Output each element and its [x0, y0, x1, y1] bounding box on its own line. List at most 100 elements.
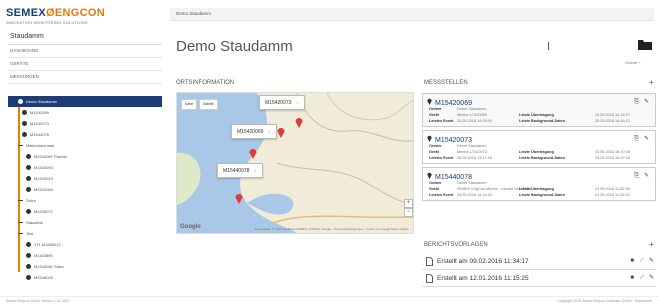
collapse-icon — [18, 145, 23, 147]
messstelle-header: M15440078 ⎘ ✎ — [427, 170, 651, 181]
tree-item-label: Zelen — [26, 198, 37, 203]
zoom-out-button[interactable]: − — [404, 208, 413, 217]
sidebar-link-dashboard[interactable]: DASHBOARD — [8, 45, 162, 58]
location-pin-icon — [22, 121, 27, 127]
footer-copyright[interactable]: Copyright 2016 Semex Engcon Software Gmb… — [557, 299, 652, 303]
tree-item[interactable]: M1233072 — [8, 206, 162, 217]
tree-item[interactable]: Demo Staudamm — [8, 96, 162, 107]
messstelle-card[interactable]: M15420073 ⎘ ✎ Ordner Demo Staudamm Gerät Mento… — [422, 130, 656, 164]
add-bericht-button[interactable]: + — [649, 240, 654, 249]
sidebar-link-geraete[interactable]: GERÄTE — [8, 58, 162, 71]
tree-item-label: Staudenk — [26, 220, 43, 225]
detail-value-2: 24.05.2016 11:32:03 — [595, 193, 630, 197]
bericht-row[interactable]: Erstellt am 09.02.2016 11:34:17 ■ ⟋ ✎ — [422, 254, 656, 270]
messstelle-detail-row: Letztes Event 24.05.2016 14:14:50 Letzte B… — [427, 192, 651, 198]
chart-icon[interactable]: ⟋ — [640, 271, 644, 286]
bericht-row[interactable]: Erstellt am 12.01.2016 11:15:25 ■ ⟋ ✎ — [422, 271, 656, 287]
berichte-heading: BERICHTSVORLAGEN — [424, 242, 488, 248]
tree-item-label: M1544087 Pranter — [34, 154, 68, 159]
map-type-satellit[interactable]: Satellit — [199, 99, 218, 110]
video-icon[interactable]: ■ — [630, 271, 634, 286]
google-logo: Google — [180, 224, 201, 230]
tree-folder[interactable]: Test — [8, 228, 162, 239]
tree-item[interactable]: M1542054 — [8, 184, 162, 195]
tree-item[interactable]: M1542073 — [8, 118, 162, 129]
marker-label-text: M15420069 — [237, 129, 264, 135]
map-type-karte[interactable]: Karte — [181, 99, 198, 110]
breadcrumb[interactable]: Demo Staudamm — [176, 11, 211, 16]
folder-add-label[interactable]: Ordner + — [625, 60, 641, 65]
breadcrumb-bar: Demo Staudamm — [170, 8, 654, 21]
map-attribution[interactable]: Kartendaten © 2016 GeoBasis-DE/BKG (©200… — [255, 227, 409, 231]
marker-label-text: M15440078 — [223, 168, 250, 174]
collapse-icon — [18, 233, 23, 235]
marker-label[interactable]: M15420073 × — [259, 95, 305, 110]
video-icon[interactable]: ■ — [630, 254, 634, 269]
edit-icon[interactable]: ✎ — [649, 271, 654, 286]
sidebar-link-messungen[interactable]: MESSUNGEN — [8, 71, 162, 84]
tree-item[interactable]: M1544093 — [8, 162, 162, 173]
tree-item[interactable]: M1542069 — [8, 107, 162, 118]
marker-label[interactable]: M15440078 × — [217, 163, 263, 178]
map[interactable]: Karte Satellit M15420073 × M15420069 × M15… — [176, 92, 414, 234]
folder-icon[interactable] — [638, 38, 652, 50]
tree-item-label: Test — [26, 231, 34, 236]
brand-semex: SEMEX — [6, 7, 47, 19]
tree-item[interactable]: M1544082 Sätra — [8, 261, 162, 272]
document-icon — [426, 274, 433, 283]
location-pin-icon — [26, 264, 31, 270]
chart-icon[interactable]: ⟋ — [640, 254, 644, 269]
brand-logo[interactable]: SEMEXØENGCON INNOVATION MONITORING SOLUT… — [6, 7, 166, 25]
map-pin-icon[interactable] — [249, 148, 257, 159]
tree-item[interactable]: M1544078 — [8, 129, 162, 140]
tree-item[interactable]: 171 M1689012 — [8, 239, 162, 250]
tree-item[interactable]: M1544087 Pranter — [8, 151, 162, 162]
close-icon[interactable]: × — [268, 129, 270, 134]
bericht-label[interactable]: Erstellt am 12.01.2016 11:15:25 — [437, 271, 529, 286]
collapse-icon — [18, 200, 23, 202]
detail-value: 26.05.2016 13:47:16 — [457, 156, 492, 160]
tree-item-label: M1544078 — [30, 132, 49, 137]
tree-item[interactable]: M1546029 — [8, 272, 162, 283]
folder-tree: Demo Staudamm M1542069 M1542073 M1544078 Mas… — [8, 96, 162, 283]
zoom-in-button[interactable]: + — [404, 199, 413, 208]
detail-value: 24.05.2016 14:14:50 — [457, 193, 492, 197]
messstelle-detail-row: Letztes Event 25.05.2016 14:09:40 Letzte B… — [427, 118, 651, 124]
messstelle-card[interactable]: M15420069 ⎘ ✎ Ordner Demo Staudamm Gerät Mento… — [422, 93, 656, 127]
edit-icon[interactable]: ✎ — [649, 254, 654, 269]
tree-item[interactable]: M1543013 — [8, 173, 162, 184]
tree-item-label: M1163895 — [34, 253, 53, 258]
location-pin-icon — [26, 242, 31, 248]
messstelle-header: M15420069 ⎘ ✎ — [427, 96, 651, 107]
detail-label-2: Letzte Background-Daten — [519, 119, 565, 123]
detail-label: Letztes Event — [429, 193, 454, 197]
detail-label-2: Letzte Background-Daten — [519, 193, 565, 197]
tree-item-label: M1546029 — [34, 275, 53, 280]
bericht-label[interactable]: Erstellt am 09.02.2016 11:34:17 — [437, 254, 529, 269]
add-messstelle-button[interactable]: + — [649, 78, 654, 87]
map-heading: ORTSINFORMATION — [176, 80, 235, 86]
tree-item-label: M1542054 — [34, 187, 53, 192]
messstelle-card[interactable]: M15440078 ⎘ ✎ Ordner Demo Staudamm Gerät SEMEX… — [422, 167, 656, 201]
detail-label-2: Letzte Background-Daten — [519, 156, 565, 160]
messstellen-list: M15420069 ⎘ ✎ Ordner Demo Staudamm Gerät Mento… — [422, 93, 656, 233]
tree-folder[interactable]: Zelen — [8, 195, 162, 206]
tree-item-label: M1542069 — [30, 110, 49, 115]
marker-label[interactable]: M15420069 × — [231, 124, 277, 139]
messstellen-heading: MESSSTELLEN — [424, 80, 468, 86]
location-pin-icon — [26, 165, 31, 171]
map-pin-icon[interactable] — [295, 117, 303, 128]
tree-item-label: M1543013 — [34, 176, 53, 181]
close-icon[interactable]: × — [254, 168, 256, 173]
location-pin-icon — [26, 275, 31, 281]
close-icon[interactable]: × — [296, 100, 298, 105]
map-pin-icon[interactable] — [277, 127, 285, 138]
location-pin-icon — [26, 253, 31, 259]
tree-folder[interactable]: Maschinenhaus — [8, 140, 162, 151]
map-pin-icon[interactable] — [235, 193, 243, 204]
tree-item[interactable]: M1163895 — [8, 250, 162, 261]
location-pin-icon — [26, 176, 31, 182]
tree-folder[interactable]: Staudenk — [8, 217, 162, 228]
messstelle-detail-row: Letztes Event 26.05.2016 13:47:16 Letzte B… — [427, 155, 651, 161]
collapse-icon — [18, 222, 23, 224]
